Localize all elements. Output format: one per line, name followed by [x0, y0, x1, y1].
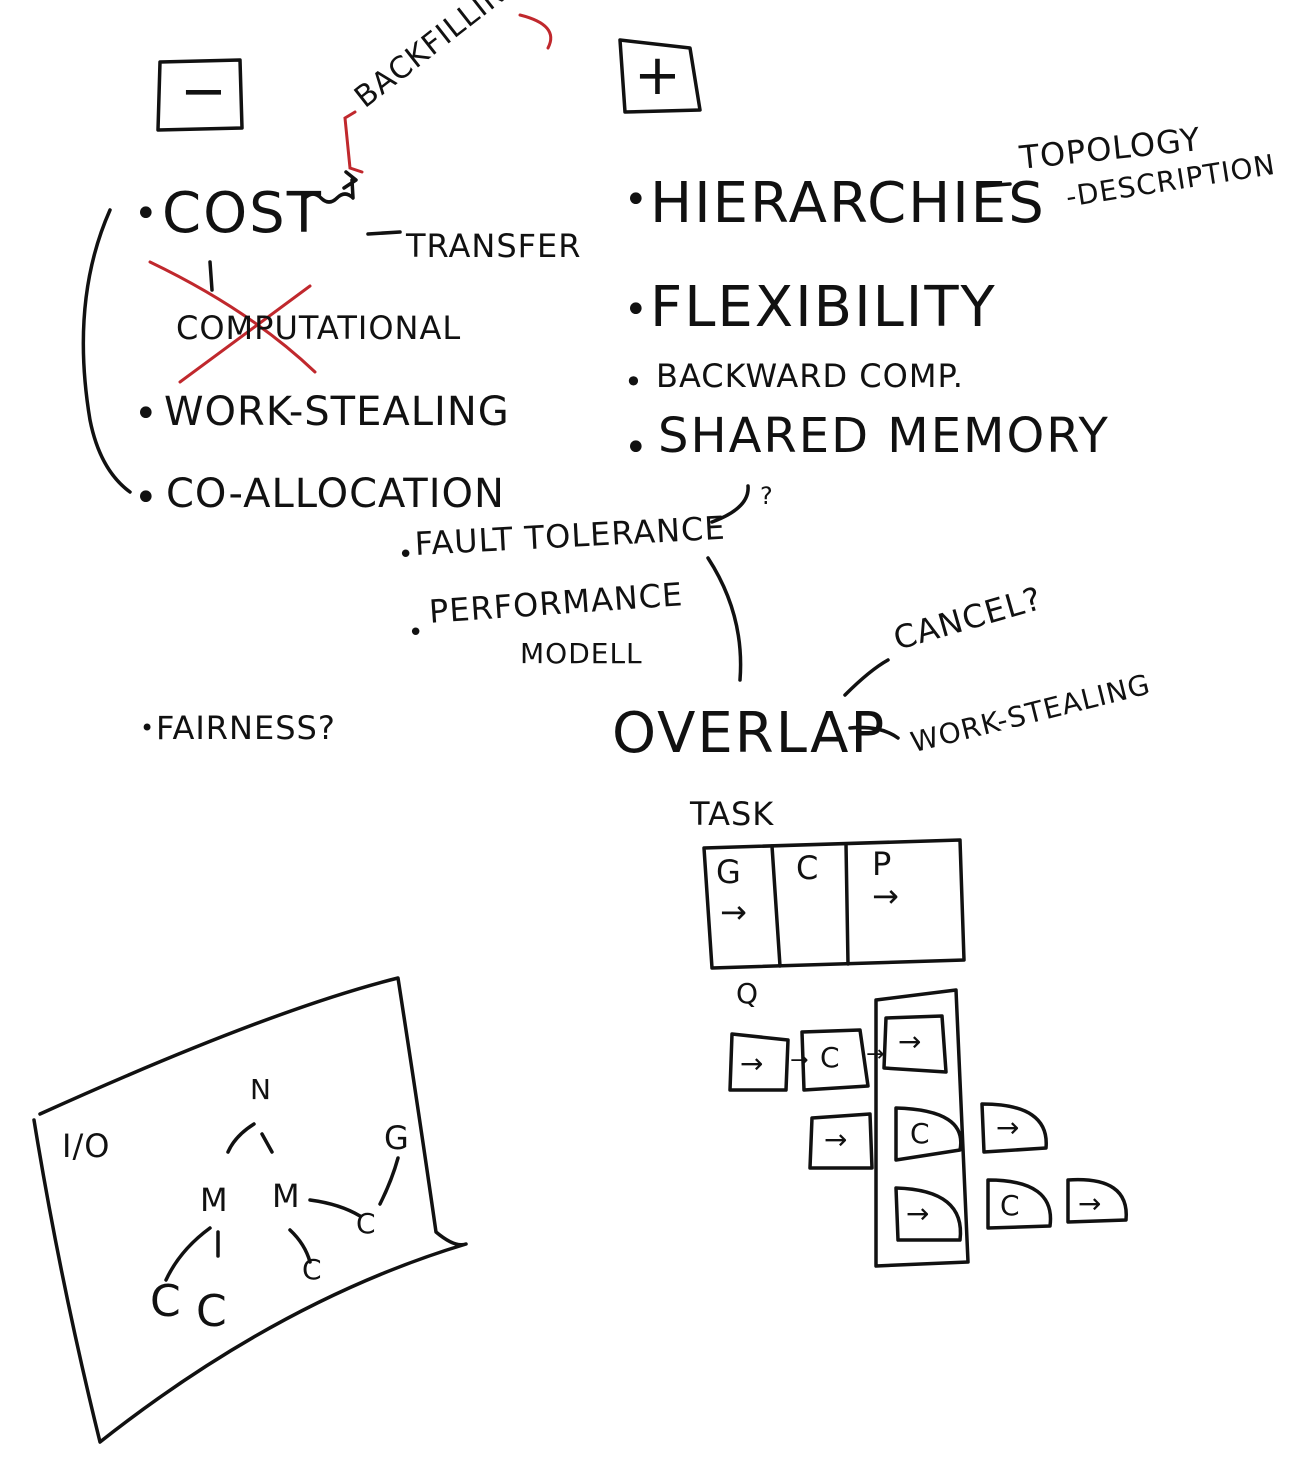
bullet: •	[624, 363, 644, 401]
cancel-connector	[843, 658, 890, 697]
task-arrow: →	[872, 877, 900, 915]
queue-marker: Q	[736, 977, 760, 1010]
tree-node-m: M	[200, 1181, 229, 1219]
shared-memory-question: ?	[760, 482, 774, 510]
bullet: •	[398, 540, 415, 570]
tree-root: N	[250, 1073, 272, 1106]
bullet: •	[134, 191, 159, 237]
tree-node-c: C	[356, 1207, 377, 1240]
pipeline-compute: C	[910, 1117, 931, 1150]
tree-edge	[378, 1156, 400, 1206]
task-arrow: →	[720, 893, 748, 931]
task-divider-2	[844, 842, 850, 966]
backward-comp-label: BACKWARD COMP.	[656, 357, 964, 395]
pipeline-arrow: →	[866, 1042, 886, 1067]
transfer-label: TRANSFER	[406, 227, 582, 265]
pipeline-arrow: →	[1078, 1187, 1103, 1220]
backfilling-bracket	[343, 110, 364, 174]
tree-edge	[226, 1122, 256, 1154]
bullet: •	[134, 391, 159, 437]
tree-node-m: M	[272, 1177, 301, 1215]
modell-label: MODELL	[520, 637, 643, 670]
tree-node-c: C	[150, 1276, 183, 1327]
flexibility-label: FLEXIBILITY	[650, 275, 997, 340]
pipeline-arrow: →	[898, 1025, 923, 1058]
plus-box-label: +	[634, 43, 683, 108]
overlap-connector	[706, 556, 743, 682]
negatives-brace	[81, 208, 132, 494]
bullet: •	[624, 287, 649, 333]
pipeline-arrow: →	[740, 1047, 765, 1080]
bullet: •	[624, 177, 649, 223]
pipeline-arrow: →	[906, 1197, 931, 1230]
io-panel-frame	[32, 976, 468, 1444]
shared-memory-label: SHARED MEMORY	[658, 408, 1110, 464]
overlap-label: OVERLAP	[612, 701, 887, 766]
pipeline-arrow: →	[824, 1123, 849, 1156]
cost-label: COST	[162, 181, 323, 246]
tree-edge	[164, 1226, 212, 1282]
tree-node-g: G	[384, 1119, 410, 1157]
tree-node-c: C	[302, 1253, 323, 1286]
work-stealing-label: WORK-STEALING	[164, 389, 510, 435]
computational-label: COMPUTATIONAL	[176, 309, 462, 347]
io-label: I/O	[62, 1127, 111, 1165]
minus-box-label: −	[180, 59, 229, 124]
tree-edge	[260, 1132, 274, 1154]
task-cell-c: C	[796, 849, 820, 887]
backfilling-bracket-end	[518, 13, 553, 50]
fairness-label: FAIRNESS?	[156, 709, 336, 747]
task-cell-p: P	[872, 845, 893, 883]
bullet: •	[140, 714, 156, 742]
pipeline-compute: C	[1000, 1189, 1021, 1222]
cost-tick	[208, 260, 214, 292]
task-label: TASK	[690, 795, 775, 833]
task-divider-1	[770, 844, 782, 968]
tree-edge	[308, 1198, 362, 1218]
co-allocation-label: CO-ALLOCATION	[166, 471, 505, 517]
task-cell-g: G	[716, 853, 742, 891]
transfer-dash	[366, 230, 402, 236]
pipeline-compute: C	[820, 1041, 841, 1074]
hierarchies-label: HIERARCHIES	[650, 171, 1046, 236]
whiteboard-sketch: − + BACKFILLING • COST TRANSFER COMPUTAT…	[0, 0, 1301, 1473]
pipeline-arrow: →	[790, 1048, 810, 1073]
bullet: •	[134, 475, 159, 521]
bullet: •	[624, 425, 649, 471]
pipeline-arrow: →	[996, 1111, 1021, 1144]
bullet: •	[408, 618, 425, 648]
tree-node-c: C	[196, 1286, 229, 1337]
